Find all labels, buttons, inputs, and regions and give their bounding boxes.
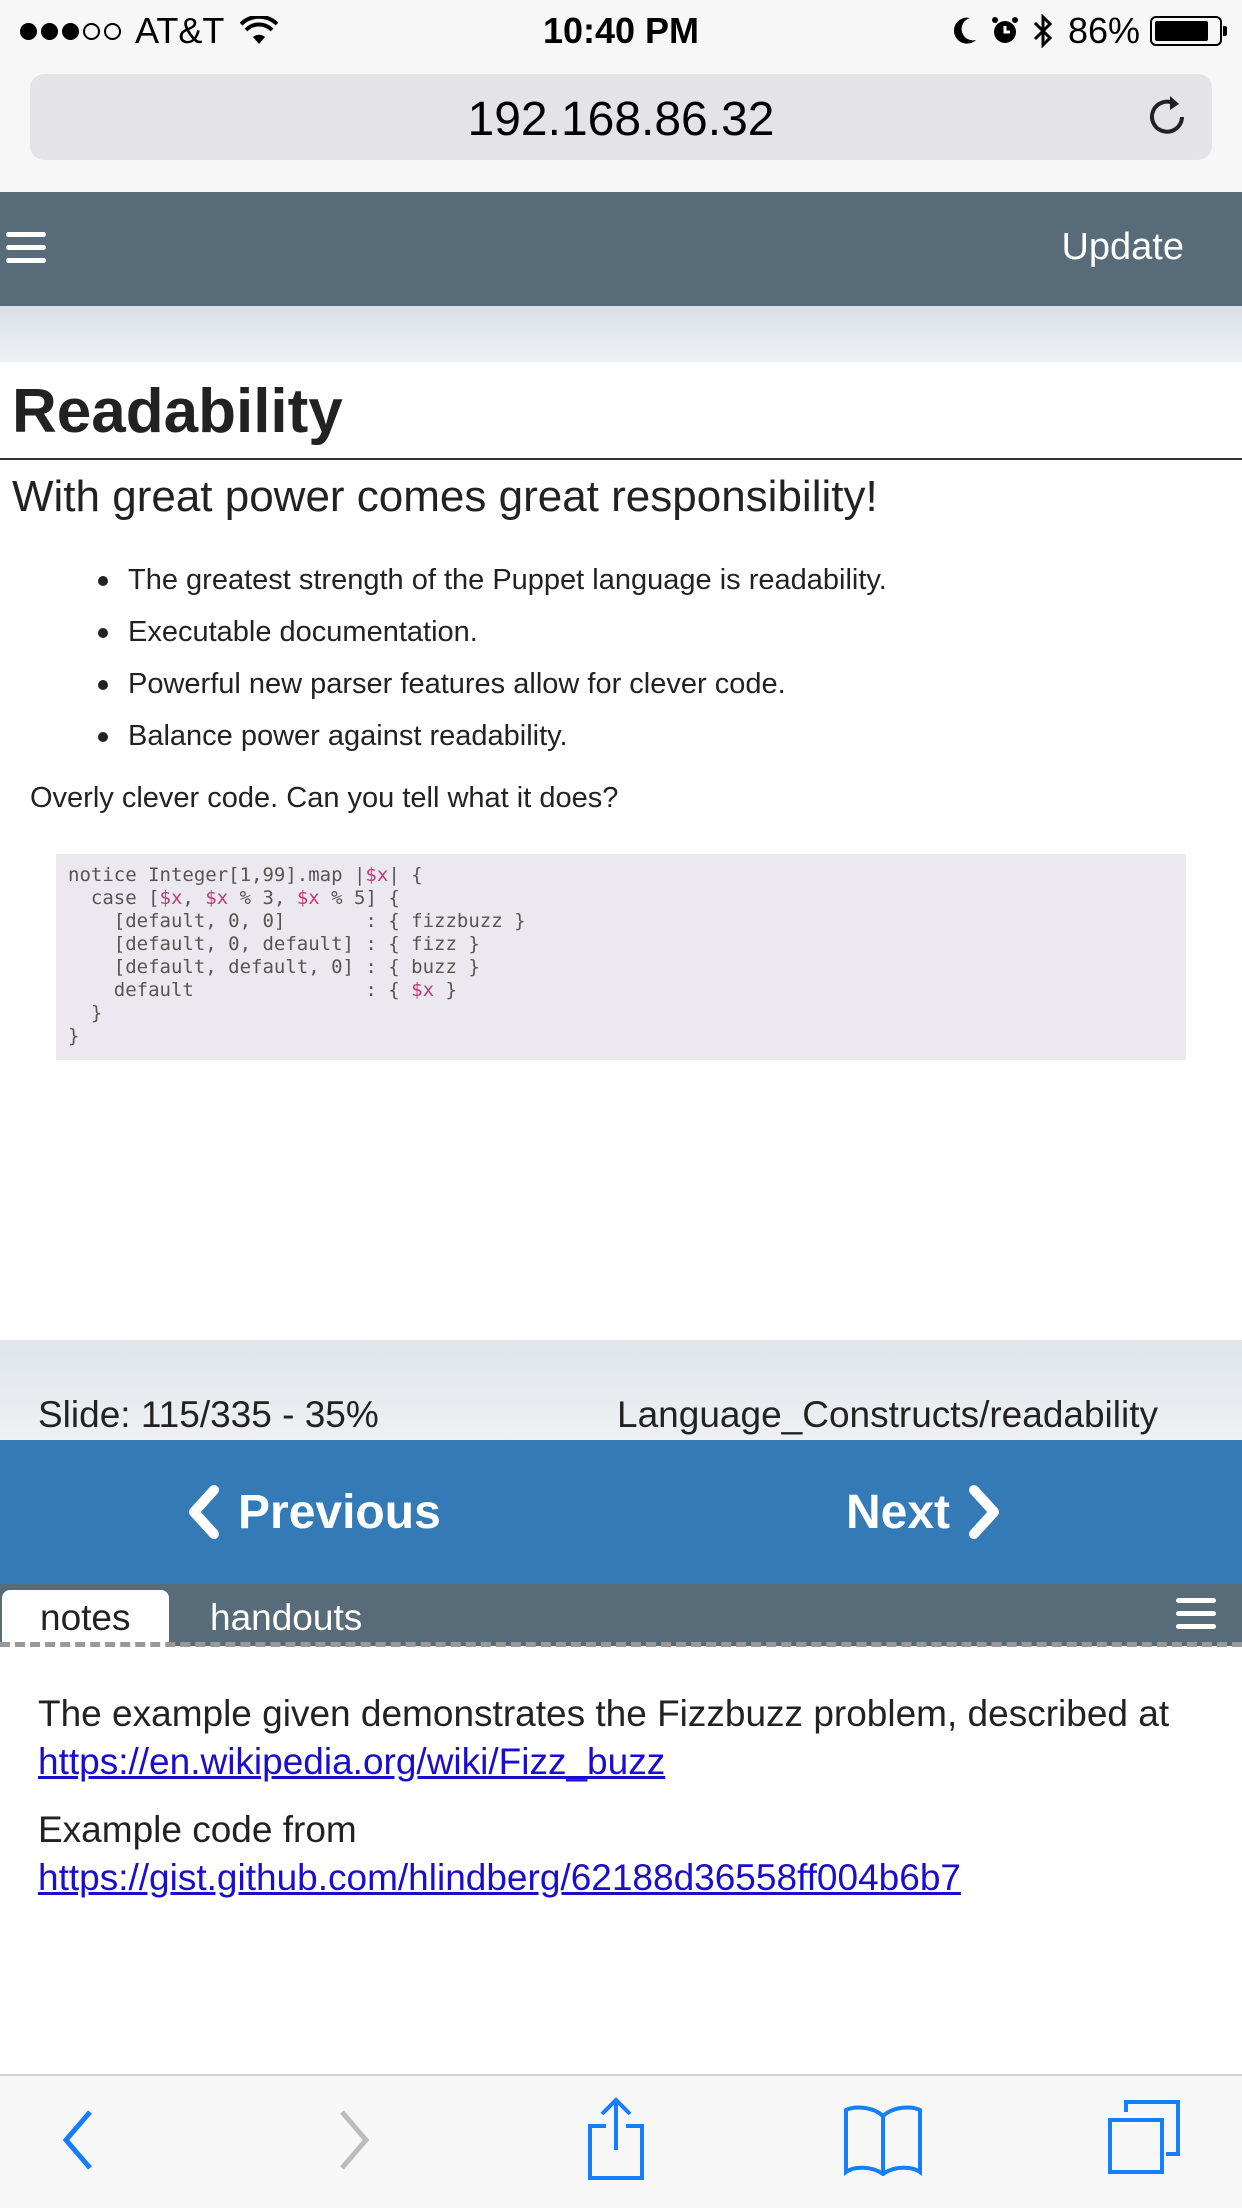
slide-footer: Slide: 115/335 - 35% Language_Constructs… xyxy=(0,1340,1242,1440)
menu-icon[interactable] xyxy=(6,232,46,266)
notes-paragraph: The example given demonstrates the Fizzb… xyxy=(38,1690,1218,1786)
status-right: 86% xyxy=(940,10,1227,52)
slide-counter: Slide: 115/335 - 35% xyxy=(38,1394,379,1435)
hamburger-icon[interactable] xyxy=(1176,1598,1216,1632)
bluetooth-icon xyxy=(1033,14,1053,48)
update-button[interactable]: Update xyxy=(1061,226,1184,269)
tab-divider xyxy=(0,1642,1242,1647)
notes-panel: The example given demonstrates the Fizzb… xyxy=(38,1690,1218,1922)
next-label: Next xyxy=(845,1485,950,1539)
url-text[interactable]: 192.168.86.32 xyxy=(30,92,1212,147)
bullet-item: The greatest strength of the Puppet lang… xyxy=(98,554,1198,606)
battery-icon xyxy=(1150,16,1227,46)
bullet-list: The greatest strength of the Puppet lang… xyxy=(98,554,1198,762)
gist-link[interactable]: https://gist.github.com/hlindberg/62188d… xyxy=(38,1857,961,1898)
slide-path: Language_Constructs/readability xyxy=(617,1394,1158,1435)
notes-text: Example code from xyxy=(38,1809,357,1850)
title-divider xyxy=(0,458,1242,460)
status-bar: AT&T 10:40 PM 86% xyxy=(0,0,1242,62)
code-question: Overly clever code. Can you tell what it… xyxy=(30,782,619,814)
browser-toolbar xyxy=(0,2074,1242,2208)
tab-notes[interactable]: notes xyxy=(2,1590,169,1646)
notes-tabbar: notes handouts xyxy=(0,1584,1242,1646)
forward-icon[interactable] xyxy=(332,2104,376,2176)
chevron-right-icon xyxy=(969,1485,999,1539)
previous-button[interactable]: Previous xyxy=(184,1484,441,1540)
notes-text: The example given demonstrates the Fizzb… xyxy=(38,1693,1170,1734)
previous-label: Previous xyxy=(238,1485,441,1539)
moon-icon xyxy=(953,17,976,44)
tabs-icon[interactable] xyxy=(1106,2098,1182,2176)
tab-handouts[interactable]: handouts xyxy=(172,1590,400,1646)
back-icon[interactable] xyxy=(56,2104,100,2176)
reload-icon[interactable] xyxy=(1142,92,1192,142)
header-shadow xyxy=(0,306,1242,362)
app-header: Update xyxy=(0,192,1242,306)
battery-percent: 86% xyxy=(1067,10,1140,51)
bookmarks-icon[interactable] xyxy=(842,2102,924,2176)
battery-level xyxy=(1155,21,1209,41)
slide-content: Readability With great power comes great… xyxy=(0,362,1242,1340)
alarm-icon xyxy=(991,17,1018,43)
bullet-item: Powerful new parser features allow for c… xyxy=(98,658,1198,710)
address-bar[interactable]: 192.168.86.32 xyxy=(30,74,1212,160)
chevron-left-icon xyxy=(189,1485,219,1539)
wikipedia-link[interactable]: https://en.wikipedia.org/wiki/Fizz_buzz xyxy=(38,1741,665,1782)
slide-navigation: Previous Next xyxy=(0,1440,1242,1584)
slide-subtitle: With great power comes great responsibil… xyxy=(12,472,878,521)
slide-title: Readability xyxy=(12,377,343,446)
bullet-item: Executable documentation. xyxy=(98,606,1198,658)
code-text: notice Integer[1,99].map |$x| { case [$x… xyxy=(68,864,526,1047)
bullet-item: Balance power against readability. xyxy=(98,710,1198,762)
notes-paragraph: Example code from https://gist.github.co… xyxy=(38,1806,1218,1902)
code-block: notice Integer[1,99].map |$x| { case [$x… xyxy=(56,854,1186,1060)
share-icon[interactable] xyxy=(584,2096,648,2182)
next-button[interactable]: Next xyxy=(846,1484,1004,1540)
browser-url-area: 192.168.86.32 xyxy=(0,62,1242,192)
